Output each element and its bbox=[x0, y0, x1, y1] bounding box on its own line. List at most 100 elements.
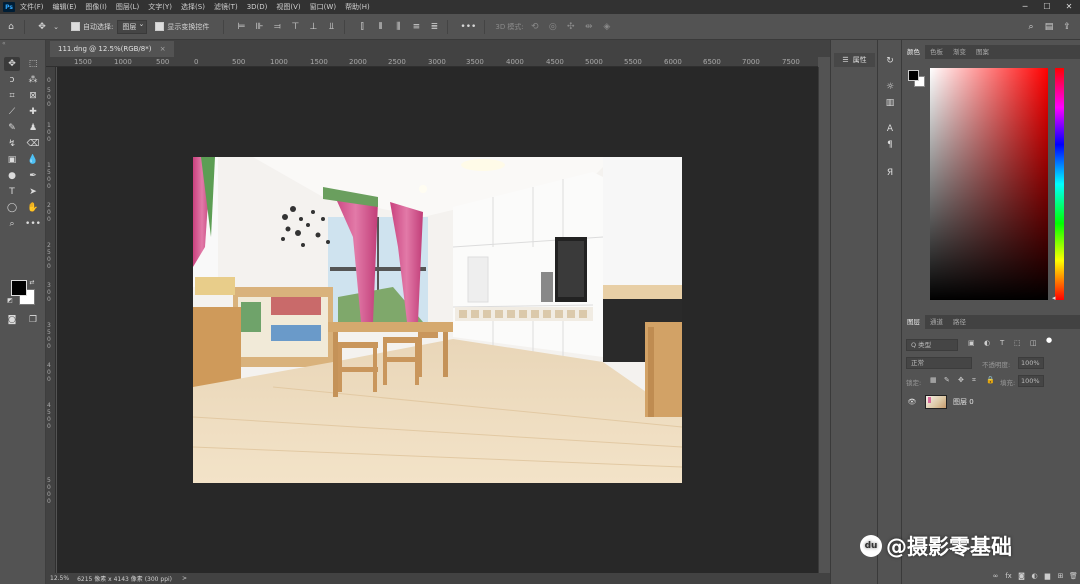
menu-file[interactable]: 文件(F) bbox=[20, 2, 44, 12]
zoom-tool-icon[interactable]: ⌕ bbox=[4, 217, 20, 231]
blend-mode-dropdown[interactable]: 正常 bbox=[906, 357, 972, 369]
menu-view[interactable]: 视图(V) bbox=[276, 2, 300, 12]
home-icon[interactable]: ⌂ bbox=[4, 20, 18, 34]
align-center-icon[interactable]: ⊪ bbox=[252, 20, 266, 34]
more-options-icon[interactable]: ••• bbox=[458, 20, 478, 34]
search-icon[interactable]: ⌕ bbox=[1024, 20, 1038, 34]
menu-select[interactable]: 选择(S) bbox=[181, 2, 205, 12]
hand-tool-icon[interactable]: ✋ bbox=[25, 201, 41, 215]
panel-foreground-swatch[interactable] bbox=[908, 70, 919, 81]
tab-paths[interactable]: 路径 bbox=[948, 315, 971, 329]
menu-edit[interactable]: 编辑(E) bbox=[53, 2, 77, 12]
layer-name[interactable]: 图层 0 bbox=[953, 397, 974, 407]
default-colors-icon[interactable]: ◩ bbox=[6, 296, 14, 304]
layer-filter-dropdown[interactable]: Q 类型 bbox=[906, 339, 958, 351]
layer-style-icon[interactable]: fx bbox=[1002, 572, 1015, 580]
paragraph-icon[interactable]: ¶ bbox=[883, 138, 897, 152]
magic-wand-icon[interactable]: ⁂ bbox=[25, 73, 41, 87]
lock-image-icon[interactable]: ✎ bbox=[944, 376, 950, 384]
tab-swatches[interactable]: 色板 bbox=[925, 45, 948, 59]
distribute-right-icon[interactable]: ⫼ bbox=[391, 20, 405, 34]
move-tool-icon[interactable]: ✥ bbox=[35, 20, 49, 34]
histogram-icon[interactable]: ▥ bbox=[883, 96, 897, 110]
tab-gradients[interactable]: 渐变 bbox=[948, 45, 971, 59]
3d-scale-icon[interactable]: ◈ bbox=[600, 20, 614, 34]
minimize-button[interactable]: ─ bbox=[1014, 0, 1036, 14]
distribute-top-icon[interactable]: ≡ bbox=[409, 20, 423, 34]
swap-colors-icon[interactable]: ⇄ bbox=[27, 278, 37, 286]
lock-transparent-icon[interactable]: ▦ bbox=[930, 376, 937, 384]
menu-3d[interactable]: 3D(D) bbox=[247, 3, 268, 11]
stamp-tool-icon[interactable]: ♟ bbox=[25, 121, 41, 135]
lock-all-icon[interactable]: 🔒 bbox=[986, 376, 995, 384]
close-tab-icon[interactable]: × bbox=[160, 45, 166, 53]
character-icon[interactable]: A bbox=[883, 122, 897, 136]
maximize-button[interactable]: ☐ bbox=[1036, 0, 1058, 14]
filter-pixel-icon[interactable]: ▣ bbox=[968, 339, 975, 347]
lasso-tool-icon[interactable]: ↄ bbox=[4, 73, 20, 87]
hue-slider-handle[interactable]: ◂ bbox=[1052, 294, 1056, 302]
more-tools-icon[interactable]: ••• bbox=[25, 217, 41, 231]
panel-grip-icon[interactable]: « bbox=[0, 40, 45, 50]
workspace-icon[interactable]: ▤ bbox=[1042, 20, 1056, 34]
menu-window[interactable]: 窗口(W) bbox=[310, 2, 336, 12]
move-tool-icon[interactable]: ✥ bbox=[4, 57, 20, 71]
3d-roll-icon[interactable]: ◎ bbox=[546, 20, 560, 34]
type-tool-icon[interactable]: T bbox=[4, 185, 20, 199]
filter-adjustment-icon[interactable]: ◐ bbox=[984, 339, 990, 347]
hue-slider[interactable] bbox=[1055, 68, 1064, 300]
menu-type[interactable]: 文字(Y) bbox=[148, 2, 172, 12]
filter-toggle-icon[interactable]: ● bbox=[1046, 336, 1052, 344]
filter-shape-icon[interactable]: ⬚ bbox=[1014, 339, 1021, 347]
auto-select-checkbox[interactable] bbox=[71, 22, 80, 31]
share-icon[interactable]: ⇪ bbox=[1060, 20, 1074, 34]
marquee-tool-icon[interactable]: ⬚ bbox=[25, 57, 41, 71]
align-right-icon[interactable]: ⫤ bbox=[270, 20, 284, 34]
eye-icon[interactable]: 👁 bbox=[905, 398, 919, 406]
shape-tool-icon[interactable]: ◯ bbox=[4, 201, 20, 215]
properties-tab[interactable]: ☰ 属性 bbox=[834, 53, 875, 67]
distribute-center-icon[interactable]: ⦀ bbox=[373, 20, 387, 34]
eyedropper-icon[interactable]: ⟋ bbox=[4, 105, 20, 119]
dodge-tool-icon[interactable]: ● bbox=[4, 169, 20, 183]
eraser-tool-icon[interactable]: ⌫ bbox=[25, 137, 41, 151]
menu-image[interactable]: 图像(I) bbox=[85, 2, 107, 12]
layer-item[interactable]: 👁 图层 0 bbox=[902, 393, 1080, 410]
gradient-tool-icon[interactable]: ▣ bbox=[4, 153, 20, 167]
document-tab[interactable]: 111.dng @ 12.5%(RGB/8*) × bbox=[50, 41, 174, 57]
color-field[interactable] bbox=[930, 68, 1048, 300]
path-select-icon[interactable]: ➤ bbox=[25, 185, 41, 199]
tab-channels[interactable]: 通道 bbox=[925, 315, 948, 329]
tab-patterns[interactable]: 图案 bbox=[971, 45, 994, 59]
brush-tool-icon[interactable]: ✎ bbox=[4, 121, 20, 135]
fill-field[interactable]: 100% bbox=[1018, 375, 1044, 387]
vertical-scrollbar[interactable] bbox=[818, 67, 830, 573]
adjustments-icon[interactable]: ☼ bbox=[883, 80, 897, 94]
align-top-icon[interactable]: ⊤ bbox=[288, 20, 302, 34]
new-layer-icon[interactable]: ⊞ bbox=[1054, 572, 1067, 580]
glyphs-icon[interactable]: Я bbox=[883, 166, 897, 180]
3d-rotate-icon[interactable]: ⟲ bbox=[528, 20, 542, 34]
lock-position-icon[interactable]: ✥ bbox=[958, 376, 964, 384]
document-image[interactable] bbox=[193, 157, 682, 483]
pen-tool-icon[interactable]: ✒ bbox=[25, 169, 41, 183]
chevron-down-icon[interactable]: ⌄ bbox=[49, 20, 63, 34]
tab-color[interactable]: 颜色 bbox=[902, 45, 925, 59]
distribute-left-icon[interactable]: ⫿ bbox=[355, 20, 369, 34]
menu-filter[interactable]: 滤镜(T) bbox=[214, 2, 238, 12]
opacity-field[interactable]: 100% bbox=[1018, 357, 1044, 369]
menu-help[interactable]: 帮助(H) bbox=[345, 2, 370, 12]
healing-brush-icon[interactable]: ✚ bbox=[25, 105, 41, 119]
align-middle-icon[interactable]: ⊥ bbox=[306, 20, 320, 34]
close-window-button[interactable]: ✕ bbox=[1058, 0, 1080, 14]
distribute-middle-icon[interactable]: ≣ bbox=[427, 20, 441, 34]
history-brush-icon[interactable]: ↯ bbox=[4, 137, 20, 151]
add-mask-icon[interactable]: ◙ bbox=[1015, 572, 1028, 580]
new-group-icon[interactable]: ▆ bbox=[1041, 572, 1054, 580]
crop-tool-icon[interactable]: ⌗ bbox=[4, 89, 20, 103]
quick-mask-icon[interactable]: ◙ bbox=[4, 313, 20, 327]
align-left-icon[interactable]: ⊨ bbox=[234, 20, 248, 34]
frame-tool-icon[interactable]: ⊠ bbox=[25, 89, 41, 103]
foreground-color-swatch[interactable] bbox=[11, 280, 27, 296]
filter-type-icon[interactable]: T bbox=[1000, 339, 1004, 347]
